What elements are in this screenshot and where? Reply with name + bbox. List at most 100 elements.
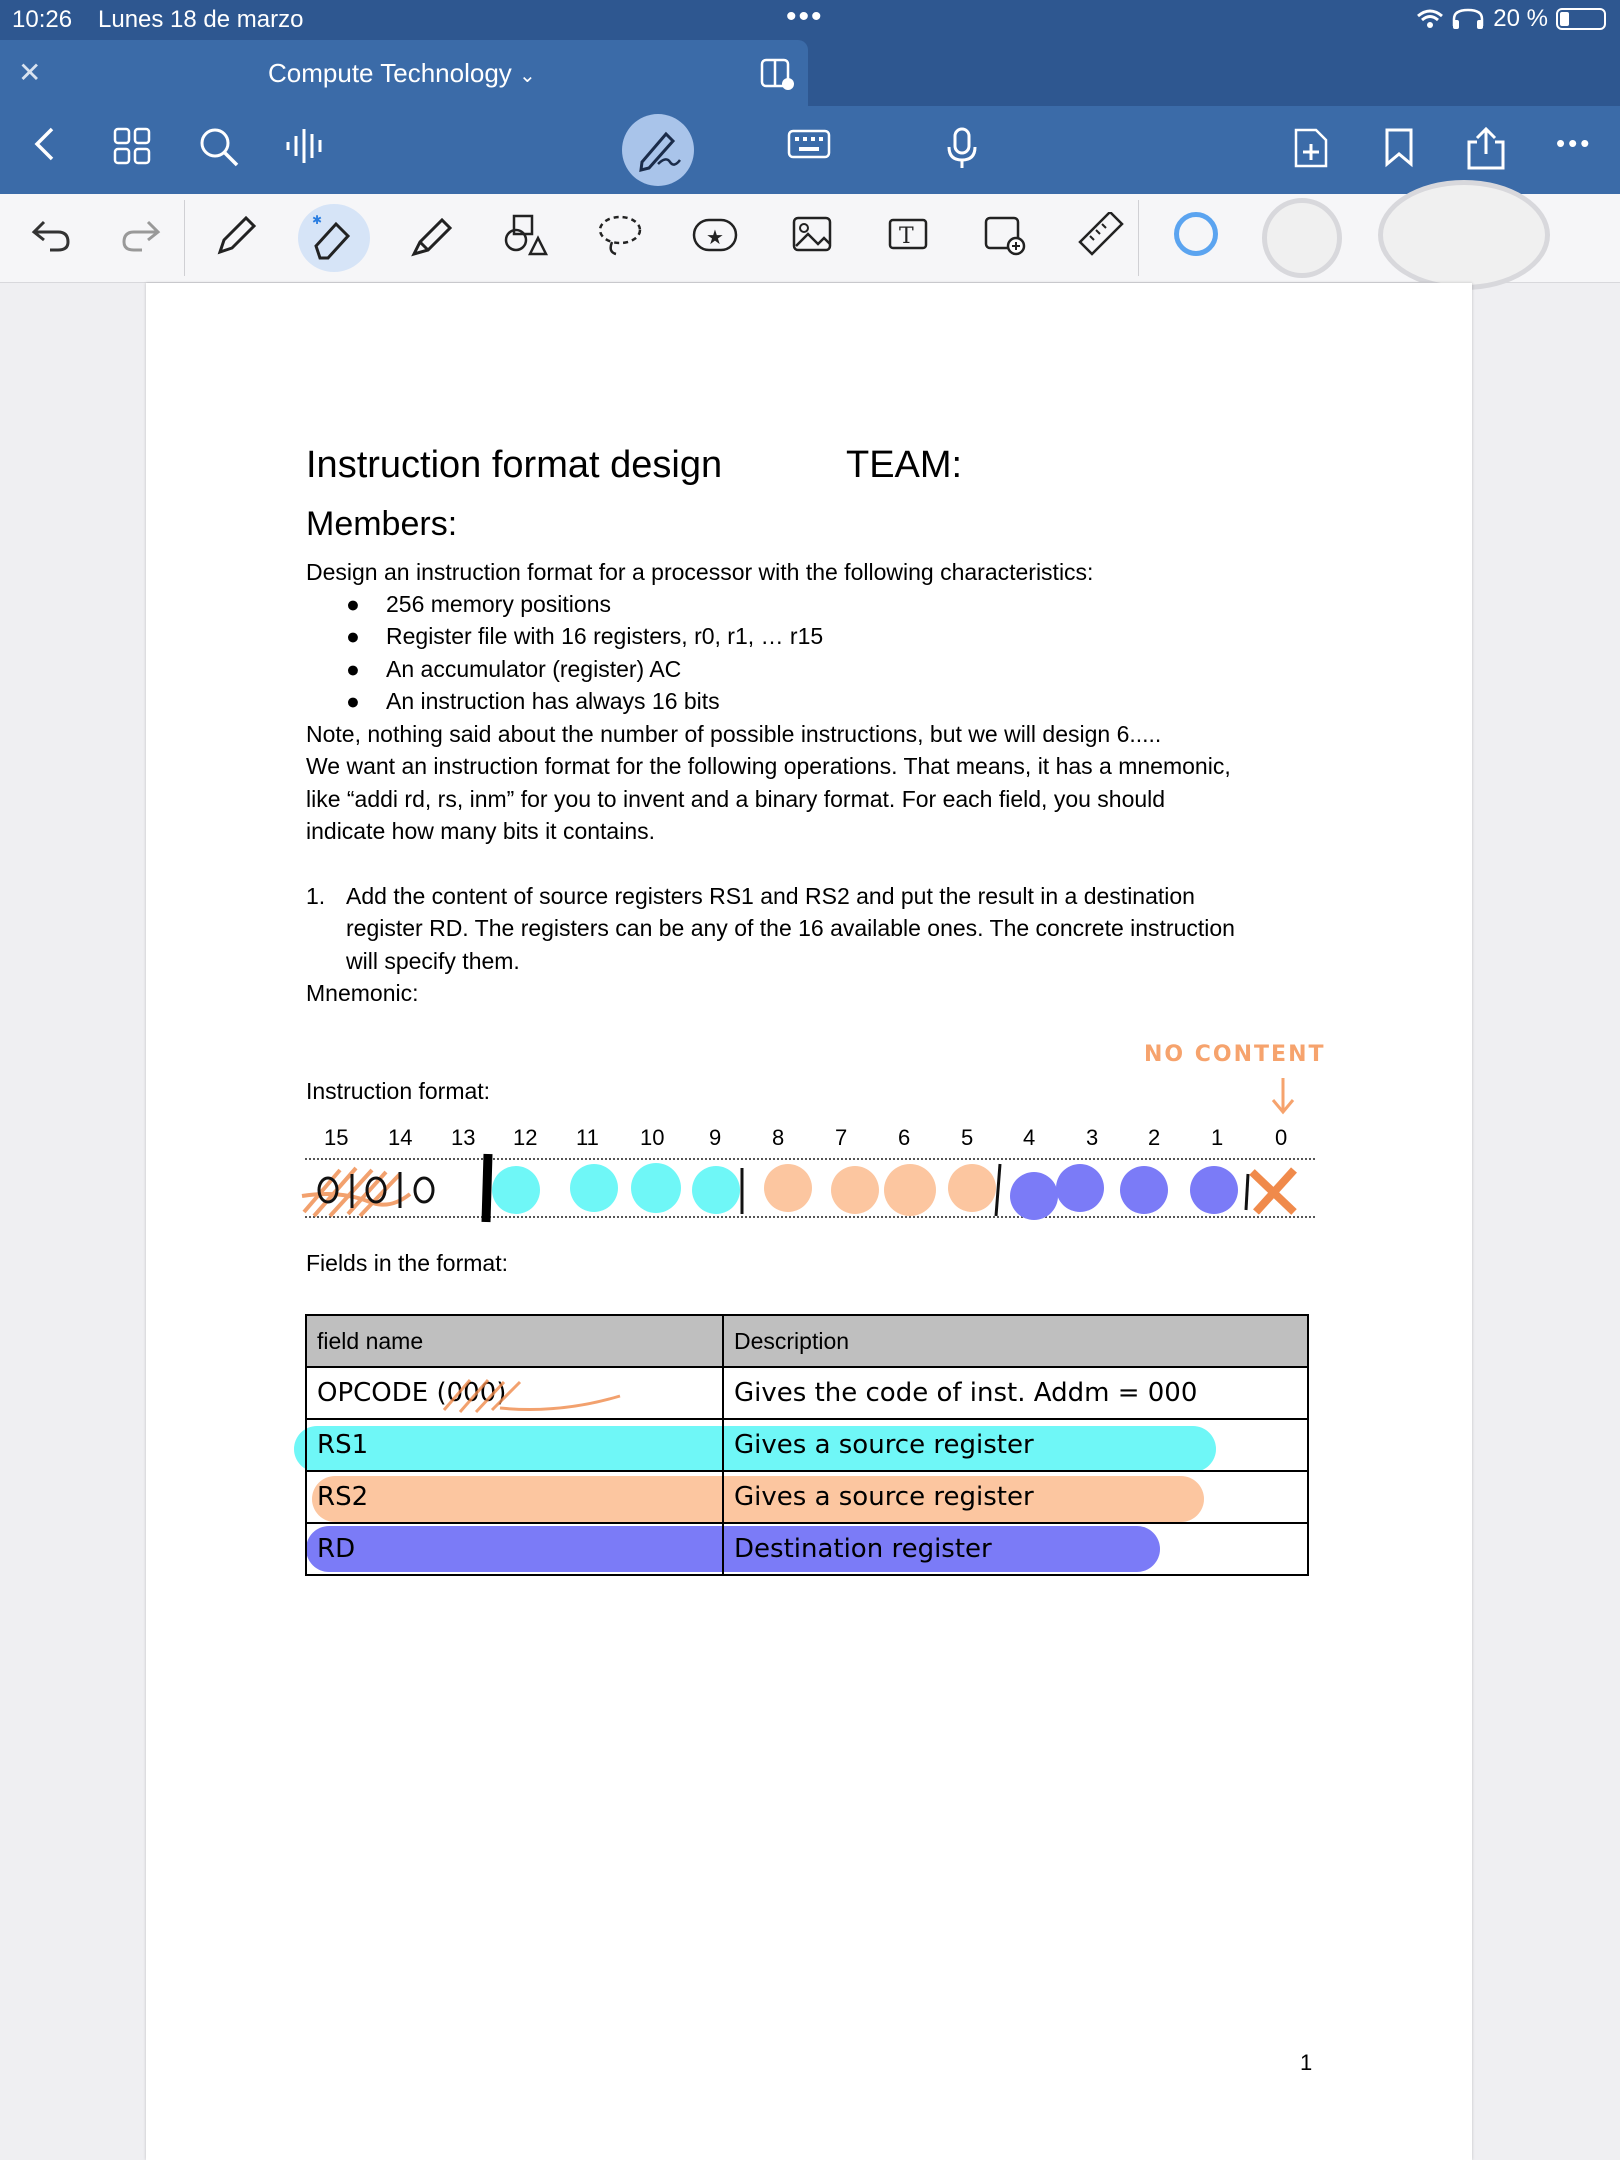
back-icon[interactable] xyxy=(32,126,56,162)
chevron-down-icon: ⌄ xyxy=(519,65,536,87)
bit-number: 14 xyxy=(388,1125,413,1150)
headphones-icon xyxy=(1453,8,1484,29)
status-bar: 10:26 Lunes 18 de marzo ••• 20 % xyxy=(0,0,1620,40)
shapes-tool-icon[interactable] xyxy=(502,212,550,258)
bullet-item: An instruction has always 16 bits xyxy=(386,688,720,714)
table-row: RS1 Gives a source register xyxy=(305,1418,1309,1472)
lasso-tool-icon[interactable] xyxy=(596,212,644,258)
eraser-tool-icon: ✱ xyxy=(312,213,351,260)
microphone-icon[interactable] xyxy=(944,126,980,170)
note-line: We want an instruction format for the fo… xyxy=(306,753,1231,779)
handwritten-field: RD xyxy=(317,1534,356,1564)
handwritten-desc: Destination register xyxy=(734,1534,992,1564)
bookmark-icon[interactable] xyxy=(1382,126,1416,168)
bullet-item: An accumulator (register) AC xyxy=(386,656,682,682)
table-header: field name xyxy=(305,1314,724,1368)
bit-number: 15 xyxy=(324,1125,349,1150)
table-row: RS2 Gives a source register xyxy=(305,1470,1309,1524)
table-cell: Gives the code of inst. Addm = 000 xyxy=(722,1366,1309,1420)
bit-number: 11 xyxy=(576,1125,599,1150)
add-page-icon[interactable] xyxy=(1292,126,1330,170)
item1-line: register RD. The registers can be any of… xyxy=(346,915,1235,941)
bullet-dot: ● xyxy=(346,656,360,682)
image-tool-icon[interactable] xyxy=(790,212,834,256)
multitask-dots[interactable]: ••• xyxy=(786,0,824,34)
fields-label: Fields in the format: xyxy=(306,1250,508,1276)
bit-number: 7 xyxy=(835,1125,848,1150)
bit-field-annotations xyxy=(301,1153,1297,1223)
no-content-cross xyxy=(1249,1167,1297,1215)
handwritten-desc: Gives a source register xyxy=(734,1482,1034,1512)
tab-title[interactable]: Compute Technology ⌄ xyxy=(268,58,536,89)
bullet-dot: ● xyxy=(346,688,360,714)
note-line: Note, nothing said about the number of p… xyxy=(306,721,1162,747)
wifi-icon xyxy=(1417,9,1444,28)
bit-number: 2 xyxy=(1148,1125,1161,1150)
table-cell: RD xyxy=(305,1522,724,1576)
rs2-bits xyxy=(764,1164,996,1216)
audio-waveform-icon[interactable] xyxy=(284,126,328,166)
stroke-width-medium[interactable] xyxy=(1262,198,1342,278)
handwriting-pen-icon xyxy=(639,131,681,172)
arrow-down-icon xyxy=(1271,1078,1295,1115)
share-icon[interactable] xyxy=(1464,126,1508,172)
svg-text:★: ★ xyxy=(706,227,724,249)
pen-tool-icon[interactable] xyxy=(214,212,260,258)
document-title: Instruction format design xyxy=(306,444,723,486)
stroke-width-thick[interactable] xyxy=(1378,180,1550,290)
table-row: RD Destination register xyxy=(305,1522,1309,1576)
color-swatch-blue[interactable] xyxy=(1174,212,1218,256)
page-number: 1 xyxy=(1300,2050,1313,2075)
toolbar-divider xyxy=(184,200,185,276)
bit-number: 5 xyxy=(961,1125,974,1150)
camera-insert-tool-icon[interactable] xyxy=(982,212,1028,258)
handwritten-field: RS2 xyxy=(317,1482,369,1512)
bit-number: 1 xyxy=(1211,1125,1224,1150)
bit-number: 12 xyxy=(513,1125,538,1150)
note-line: like “addi rd, rs, inm” for you to inven… xyxy=(306,786,1166,812)
bit-number: 9 xyxy=(709,1125,722,1150)
table-cell: RS1 xyxy=(305,1418,724,1472)
close-tab-icon[interactable]: ✕ xyxy=(18,56,41,89)
highlighter-tool-icon[interactable] xyxy=(408,212,454,258)
bullet-item: 256 memory positions xyxy=(386,591,611,617)
split-view-icon[interactable] xyxy=(760,58,796,92)
text-tool-icon[interactable]: T xyxy=(884,212,932,256)
bit-number: 3 xyxy=(1086,1125,1099,1150)
handwritten-desc: Gives the code of inst. Addm = 000 xyxy=(734,1378,1198,1408)
opcode-separator xyxy=(481,1153,493,1223)
bullet-dot: ● xyxy=(346,623,360,649)
rd-bits xyxy=(1010,1164,1238,1220)
table-cell: RS2 xyxy=(305,1470,724,1524)
undo-icon[interactable] xyxy=(30,212,74,256)
tab-title-text: Compute Technology xyxy=(268,58,512,88)
bit-number: 4 xyxy=(1023,1125,1036,1150)
bit-number: 13 xyxy=(451,1125,476,1150)
bullet-dot: ● xyxy=(346,591,360,617)
item1-number: 1. xyxy=(306,883,326,909)
redo-icon[interactable] xyxy=(118,212,162,256)
bit-number: 8 xyxy=(772,1125,785,1150)
table-cell: Destination register xyxy=(722,1522,1309,1576)
table-header-row: field name Description xyxy=(305,1314,1309,1368)
search-icon[interactable] xyxy=(198,126,240,168)
status-date: Lunes 18 de marzo xyxy=(98,6,304,33)
table-header: Description xyxy=(722,1314,1309,1368)
team-label: TEAM: xyxy=(846,444,963,486)
grid-view-icon[interactable] xyxy=(112,126,152,166)
toolbar-divider-2 xyxy=(1138,200,1139,276)
item1-line: will specify them. xyxy=(346,948,520,974)
sticker-tool-icon[interactable]: ★ xyxy=(690,212,740,258)
ruler-tool-icon[interactable] xyxy=(1076,212,1126,258)
handwritten-field: RS1 xyxy=(317,1430,369,1460)
item1-line: Add the content of source registers RS1 … xyxy=(346,883,1195,909)
bit-number: 0 xyxy=(1275,1125,1288,1150)
battery-percent: 20 % xyxy=(1493,5,1548,32)
bit-number: 6 xyxy=(898,1125,911,1150)
rs1-bits xyxy=(492,1163,740,1214)
keyboard-icon[interactable] xyxy=(786,126,832,162)
table-cell: Gives a source register xyxy=(722,1418,1309,1472)
bullet-item: Register file with 16 registers, r0, r1,… xyxy=(386,623,824,649)
handwritten-desc: Gives a source register xyxy=(734,1430,1034,1460)
more-options-button[interactable]: ••• xyxy=(1556,128,1592,159)
